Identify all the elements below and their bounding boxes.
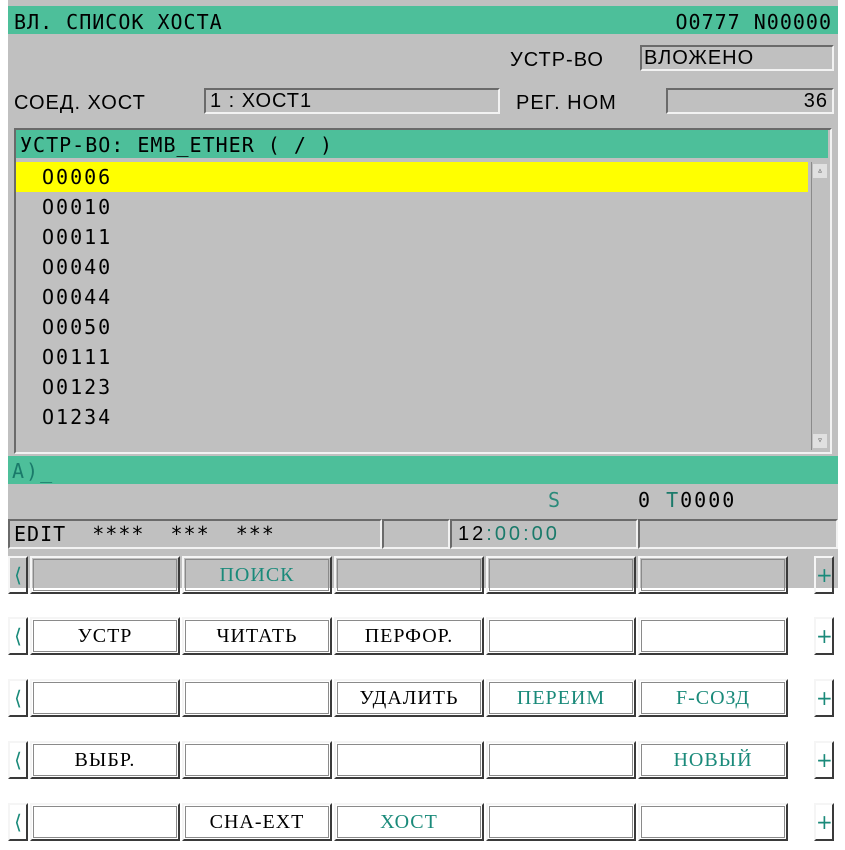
list-item[interactable]: O0006 <box>16 162 808 192</box>
tool-value: 0000 <box>680 488 737 512</box>
softkey-search[interactable]: ПОИСК <box>182 556 332 594</box>
clock-minutes: 00 <box>494 523 524 545</box>
list-item[interactable]: O0111 <box>16 342 808 372</box>
spindle-value: 0 <box>638 488 653 512</box>
softkey-next-icon[interactable]: + <box>814 617 834 655</box>
reg-number-field: 36 <box>666 88 834 114</box>
screen-title: ВЛ. СПИСОК ХОСТА <box>14 10 223 34</box>
program-number: O0777 N00000 <box>675 10 832 34</box>
spindle-label: S <box>548 488 561 512</box>
file-list: O0006 O0010 O0011 O0040 O0044 O0050 O011… <box>16 162 808 432</box>
softkey-prev-icon[interactable]: ⟨ <box>8 803 28 841</box>
list-item[interactable]: O0011 <box>16 222 808 252</box>
mode-status: EDIT **** *** *** <box>8 519 382 549</box>
softkey-punch[interactable]: ПЕРФОР. <box>334 617 484 655</box>
softkey-row-5: ⟨ CHA-EXT ХОСТ + <box>8 803 838 841</box>
softkey-row-3: ⟨ УДАЛИТЬ ПЕРЕИМ F-СОЗД + <box>8 679 838 717</box>
softkey-delete[interactable]: УДАЛИТЬ <box>334 679 484 717</box>
mode-status-blank <box>382 519 450 549</box>
softkey-prev-icon[interactable]: ⟨ <box>8 679 28 717</box>
device-label: УСТР-ВО <box>510 49 604 71</box>
status-blank <box>638 519 838 549</box>
clock-sep: : <box>486 523 495 545</box>
softkey-next-icon[interactable]: + <box>814 741 834 779</box>
input-line[interactable]: A)_ <box>8 456 838 484</box>
softkey-host[interactable]: ХОСТ <box>334 803 484 841</box>
list-item[interactable]: O0044 <box>16 282 808 312</box>
mode-text: EDIT **** *** *** <box>14 522 275 546</box>
reg-number-label: РЕГ. НОМ <box>516 92 617 114</box>
connection-field: 1 : ХОСТ1 <box>204 88 500 114</box>
softkey-2[interactable] <box>182 741 332 779</box>
softkey-row-4: ⟨ ВЫБР. НОВЫЙ + <box>8 741 838 779</box>
clock-sep: : <box>523 523 532 545</box>
list-item[interactable]: O0123 <box>16 372 808 402</box>
list-item[interactable]: O0010 <box>16 192 808 222</box>
softkey-read[interactable]: ЧИТАТЬ <box>182 617 332 655</box>
list-item[interactable]: O1234 <box>16 402 808 432</box>
tool-label: T <box>666 488 681 512</box>
device-path: УСТР-ВО: EMB_ETHER ( / ) <box>20 133 333 157</box>
softkey-new[interactable]: НОВЫЙ <box>638 741 788 779</box>
softkey-device[interactable]: УСТР <box>30 617 180 655</box>
softkey-prev-icon[interactable]: ⟨ <box>8 741 28 779</box>
softkey-4[interactable] <box>486 741 636 779</box>
list-item[interactable]: O0040 <box>16 252 808 282</box>
list-item[interactable]: O0050 <box>16 312 808 342</box>
softkey-select[interactable]: ВЫБР. <box>30 741 180 779</box>
softkey-5[interactable] <box>638 803 788 841</box>
softkey-5[interactable] <box>638 617 788 655</box>
file-list-header: УСТР-ВО: EMB_ETHER ( / ) <box>16 130 828 158</box>
softkey-4[interactable] <box>486 556 636 594</box>
scroll-up-icon[interactable]: ▵ <box>813 164 827 178</box>
tool-status: 0 T0000 <box>638 488 736 512</box>
softkey-create-folder[interactable]: F-СОЗД <box>638 679 788 717</box>
clock: 12:00:00 <box>450 519 638 549</box>
softkey-1[interactable] <box>30 556 180 594</box>
softkey-3[interactable] <box>334 741 484 779</box>
clock-hours: 12 <box>458 523 487 545</box>
softkey-change-ext[interactable]: CHA-EXT <box>182 803 332 841</box>
cnc-screen: ВЛ. СПИСОК ХОСТА O0777 N00000 УСТР-ВО ВЛ… <box>8 0 838 588</box>
connection-label: СОЕД. ХОСТ <box>14 92 146 114</box>
device-field: ВЛОЖЕНО <box>640 45 834 71</box>
softkey-rename[interactable]: ПЕРЕИМ <box>486 679 636 717</box>
softkey-prev-icon[interactable]: ⟨ <box>8 556 28 594</box>
softkey-next-icon[interactable]: + <box>814 803 834 841</box>
scroll-down-icon[interactable]: ▿ <box>813 434 827 448</box>
softkey-row-1: ⟨ ПОИСК + <box>8 556 838 594</box>
softkey-prev-icon[interactable]: ⟨ <box>8 617 28 655</box>
title-bar: ВЛ. СПИСОК ХОСТА O0777 N00000 <box>8 6 838 34</box>
scrollbar[interactable]: ▵ ▿ <box>811 162 828 450</box>
softkey-4[interactable] <box>486 803 636 841</box>
softkey-row-2: ⟨ УСТР ЧИТАТЬ ПЕРФОР. + <box>8 617 838 655</box>
softkey-1[interactable] <box>30 679 180 717</box>
softkey-4[interactable] <box>486 617 636 655</box>
softkey-5[interactable] <box>638 556 788 594</box>
clock-seconds: 00 <box>531 523 560 545</box>
softkey-next-icon[interactable]: + <box>814 556 834 594</box>
softkey-3[interactable] <box>334 556 484 594</box>
input-prompt: A)_ <box>12 459 55 483</box>
clock-text: 12:00:00 <box>458 523 560 545</box>
softkey-1[interactable] <box>30 803 180 841</box>
softkey-2[interactable] <box>182 679 332 717</box>
file-list-panel: УСТР-ВО: EMB_ETHER ( / ) O0006 O0010 O00… <box>14 128 832 454</box>
softkey-next-icon[interactable]: + <box>814 679 834 717</box>
